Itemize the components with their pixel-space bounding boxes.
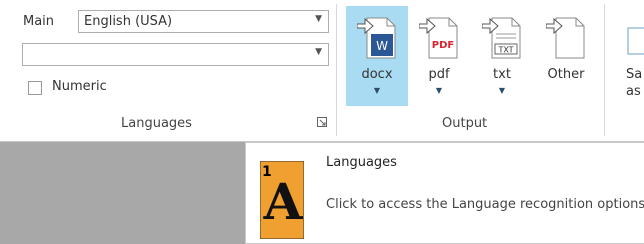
output-docx-button[interactable]: W docx ▼ xyxy=(346,6,408,106)
chevron-down-icon: ▼ xyxy=(435,86,443,95)
numeric-checkbox[interactable] xyxy=(28,81,42,95)
chevron-down-icon: ▼ xyxy=(373,86,381,95)
language-letter-icon: 1 A xyxy=(260,161,304,239)
group-separator xyxy=(604,4,605,136)
docx-label: docx xyxy=(361,67,393,82)
main-language-label: Main xyxy=(23,14,55,29)
main-language-value: English (USA) xyxy=(84,14,173,29)
chevron-down-icon: ▼ xyxy=(498,86,506,95)
languages-tooltip: 1 A Languages Click to access the Langua… xyxy=(245,142,644,244)
languages-group-label: Languages xyxy=(121,116,192,131)
dialog-launcher-icon[interactable] xyxy=(317,117,327,127)
txt-label: txt xyxy=(493,67,511,82)
group-separator xyxy=(336,4,337,136)
ribbon: Main English (USA) ▼ ▼ Numeric Languages… xyxy=(0,0,644,142)
pdf-file-icon: PDF xyxy=(419,17,458,59)
docx-file-icon: W xyxy=(357,17,396,59)
pdf-label: pdf xyxy=(428,67,450,82)
output-group-label: Output xyxy=(442,116,488,131)
svg-text:TXT: TXT xyxy=(497,46,513,55)
tooltip-description: Click to access the Language recognition… xyxy=(326,197,644,212)
svg-text:PDF: PDF xyxy=(432,40,454,51)
chevron-down-icon: ▼ xyxy=(315,14,322,24)
other-label: Other xyxy=(547,67,585,82)
secondary-language-combo[interactable]: ▼ xyxy=(22,43,329,66)
numeric-label: Numeric xyxy=(52,79,107,94)
save-as-label-line2: as xyxy=(626,84,641,99)
save-icon xyxy=(627,27,644,55)
save-as-label-line1: Sa xyxy=(626,67,643,82)
save-as-button[interactable]: Sa as xyxy=(612,6,644,106)
chevron-down-icon: ▼ xyxy=(315,47,322,57)
main-language-combo[interactable]: English (USA) ▼ xyxy=(78,10,329,33)
output-pdf-button[interactable]: PDF pdf ▼ xyxy=(408,6,470,106)
output-other-button[interactable]: Other xyxy=(535,6,597,106)
tooltip-title: Languages xyxy=(326,155,397,170)
txt-file-icon: TXT xyxy=(482,17,521,59)
icon-letter-text: A xyxy=(263,172,304,231)
output-txt-button[interactable]: TXT txt ▼ xyxy=(471,6,533,106)
blank-file-icon xyxy=(546,17,585,59)
svg-text:W: W xyxy=(376,39,388,53)
